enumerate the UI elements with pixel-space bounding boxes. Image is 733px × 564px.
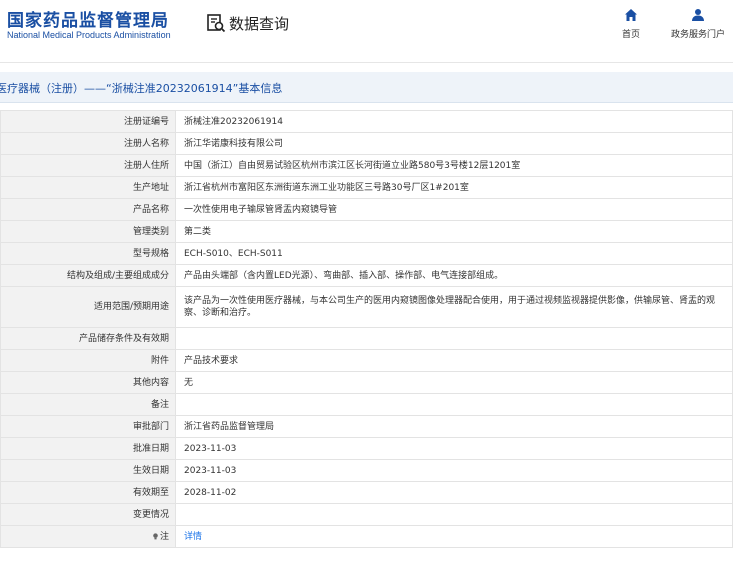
field-value: ECH-S010、ECH-S011	[175, 242, 733, 265]
table-row: 生产地址 浙江省杭州市富阳区东洲街道东洲工业功能区三号路30号厂区1#201室	[0, 176, 733, 199]
field-value: 无	[175, 371, 733, 394]
table-row: 适用范围/预期用途 该产品为一次性使用医疗器械，与本公司生产的医用内窥镜图像处理器…	[0, 286, 733, 328]
site-logo-subtitle[interactable]: National Medical Products Administration	[7, 30, 171, 40]
table-row: 审批部门 浙江省药品监督管理局	[0, 415, 733, 438]
field-label: 变更情况	[0, 503, 176, 526]
table-row: 注 详情	[0, 525, 733, 548]
table-row: 注册人名称 浙江华诺康科技有限公司	[0, 132, 733, 155]
table-row: 注册证编号 浙械注准20232061914	[0, 110, 733, 133]
field-value	[175, 393, 733, 416]
field-label: 审批部门	[0, 415, 176, 438]
table-row: 注册人住所 中国（浙江）自由贸易试验区杭州市滨江区长河街道立业路580号3号楼12…	[0, 154, 733, 177]
field-label: 备注	[0, 393, 176, 416]
field-value: 中国（浙江）自由贸易试验区杭州市滨江区长河街道立业路580号3号楼12层1201…	[175, 154, 733, 177]
field-label: 型号规格	[0, 242, 176, 265]
field-label: 产品储存条件及有效期	[0, 327, 176, 350]
record-title: 医疗器械（注册）——“浙械注准20232061914”基本信息	[0, 82, 283, 95]
site-header: 国家药品监督管理局 National Medical Products Admi…	[0, 0, 733, 62]
field-label: 生产地址	[0, 176, 176, 199]
field-value: 2023-11-03	[175, 437, 733, 460]
field-value	[175, 327, 733, 350]
table-row: 有效期至 2028-11-02	[0, 481, 733, 504]
field-label: 注册人名称	[0, 132, 176, 155]
record-title-bar: 医疗器械（注册）——“浙械注准20232061914”基本信息	[0, 72, 733, 103]
field-value: 浙江省杭州市富阳区东洲街道东洲工业功能区三号路30号厂区1#201室	[175, 176, 733, 199]
field-value: 第二类	[175, 220, 733, 243]
table-row: 生效日期 2023-11-03	[0, 459, 733, 482]
lightbulb-icon	[153, 532, 158, 539]
field-label: 注册人住所	[0, 154, 176, 177]
table-row: 备注	[0, 393, 733, 416]
table-row: 附件 产品技术要求	[0, 349, 733, 372]
table-row: 批准日期 2023-11-03	[0, 437, 733, 460]
field-label: 批准日期	[0, 437, 176, 460]
nav-portal-label: 政务服务门户	[670, 30, 725, 40]
table-row: 其他内容无	[0, 371, 733, 394]
field-label: 结构及组成/主要组成成分	[0, 264, 176, 287]
nav-service-portal[interactable]: 政务服务门户	[666, 8, 730, 42]
table-row: 产品名称 一次性使用电子输尿管肾盂内窥镜导管	[0, 198, 733, 221]
field-value: 浙江省药品监督管理局	[175, 415, 733, 438]
field-value: 2023-11-03	[175, 459, 733, 482]
field-value: 浙械注准20232061914	[175, 110, 733, 133]
field-value: 该产品为一次性使用医疗器械，与本公司生产的医用内窥镜图像处理器配合使用，用于通过…	[175, 286, 733, 328]
field-value: 一次性使用电子输尿管肾盂内窥镜导管	[175, 198, 733, 221]
detail-table: 注册证编号 浙械注准20232061914 注册人名称 浙江华诺康科技有限公司 注册…	[0, 110, 733, 548]
field-label: 适用范围/预期用途	[0, 286, 176, 328]
search-document-icon	[207, 14, 226, 33]
table-row: 型号规格 ECH-S010、ECH-S011	[0, 242, 733, 265]
details-link[interactable]: 详情	[184, 532, 202, 542]
field-value: 产品由头端部（含内置LED光源）、弯曲部、插入部、操作部、电气连接部组成。	[175, 264, 733, 287]
field-label-note: 注	[0, 525, 176, 548]
home-icon	[625, 9, 637, 21]
data-query-title: 数据查询	[229, 15, 290, 33]
field-value: 2028-11-02	[175, 481, 733, 504]
note-label: 注	[159, 531, 169, 542]
table-row: 结构及组成/主要组成成分 产品由头端部（含内置LED光源）、弯曲部、插入部、操作部…	[0, 264, 733, 287]
field-label: 其他内容	[0, 371, 176, 394]
field-label: 附件	[0, 349, 176, 372]
field-label: 管理类别	[0, 220, 176, 243]
header-divider	[0, 62, 733, 63]
field-value	[175, 503, 733, 526]
field-value: 产品技术要求	[175, 349, 733, 372]
user-icon	[692, 9, 704, 21]
field-value: 浙江华诺康科技有限公司	[175, 132, 733, 155]
table-row: 变更情况	[0, 503, 733, 526]
site-logo-title[interactable]: 国家药品监督管理局	[7, 6, 169, 31]
field-label: 生效日期	[0, 459, 176, 482]
field-label: 产品名称	[0, 198, 176, 221]
table-row: 管理类别 第二类	[0, 220, 733, 243]
table-row: 产品储存条件及有效期	[0, 327, 733, 350]
nav-home-label: 首页	[621, 30, 640, 40]
field-label: 有效期至	[0, 481, 176, 504]
field-label: 注册证编号	[0, 110, 176, 133]
field-value-note: 详情	[175, 525, 733, 548]
nav-home[interactable]: 首页	[615, 8, 647, 42]
